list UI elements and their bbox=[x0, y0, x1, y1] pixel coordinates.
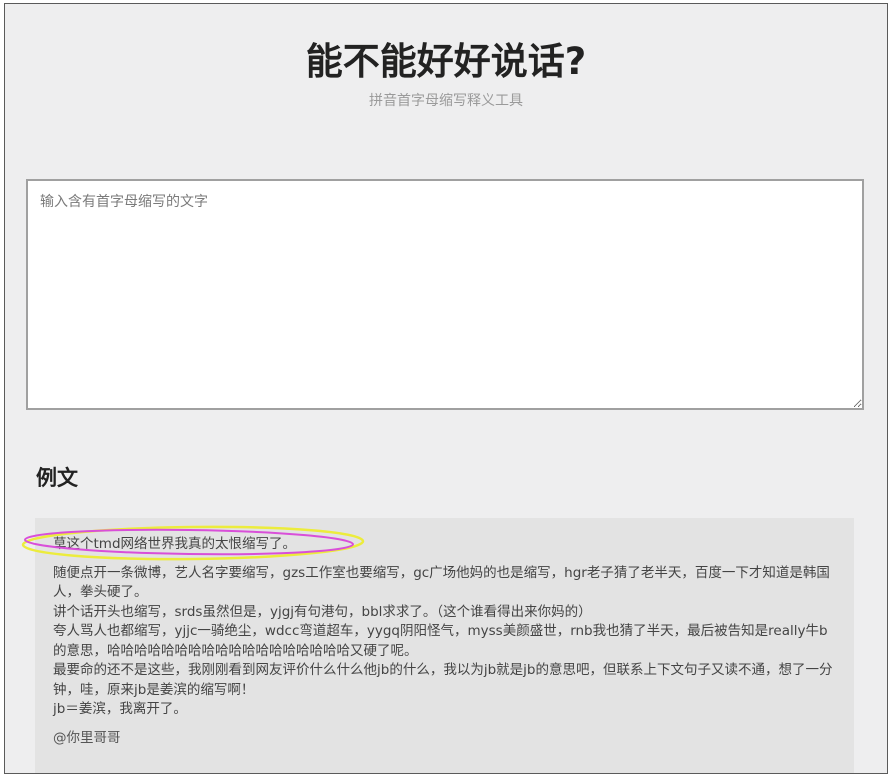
example-paragraph-1: 随便点开一条微博，艺人名字要缩写，gzs工作室也要缩写，gc广场他妈的也是缩写，… bbox=[53, 564, 830, 601]
page-title: 能不能好好说话? bbox=[305, 40, 587, 83]
example-paragraph-2: 讲个话开头也缩写，srds虽然但是，yjgj有句港句，bbl求求了。（这个谁看得… bbox=[53, 603, 592, 620]
page-subtitle: 拼音首字母缩写释义工具 bbox=[369, 93, 523, 109]
abbreviation-input[interactable] bbox=[26, 179, 864, 410]
highlighted-line-wrapper: 草这个tmd网络世界我真的太恨缩写了。 bbox=[21, 525, 365, 561]
app-frame: 能不能好好说话? 拼音首字母缩写释义工具 例文 草这个tmd网络世界我真的太恨缩… bbox=[4, 3, 888, 774]
example-paragraph-4: 最要命的还不是这些，我刚刚看到网友评价什么什么他jb的什么，我以为jb就是jb的… bbox=[53, 662, 833, 698]
example-paragraph-5: jb＝姜滨，我离开了。 bbox=[53, 701, 187, 717]
example-text-box: 草这个tmd网络世界我真的太恨缩写了。 随便点开一条微博，艺人名字要缩写，gzs… bbox=[21, 518, 854, 773]
example-signature: @你里哥哥 bbox=[53, 729, 121, 746]
example-heading: 例文 bbox=[36, 466, 78, 490]
example-paragraph-3: 夸人骂人也都缩写，yjjc一骑绝尘，wdcc弯道超车，yygq阴阳怪气，myss… bbox=[53, 623, 828, 659]
highlighted-example-line: 草这个tmd网络世界我真的太恨缩写了。 bbox=[53, 536, 297, 552]
